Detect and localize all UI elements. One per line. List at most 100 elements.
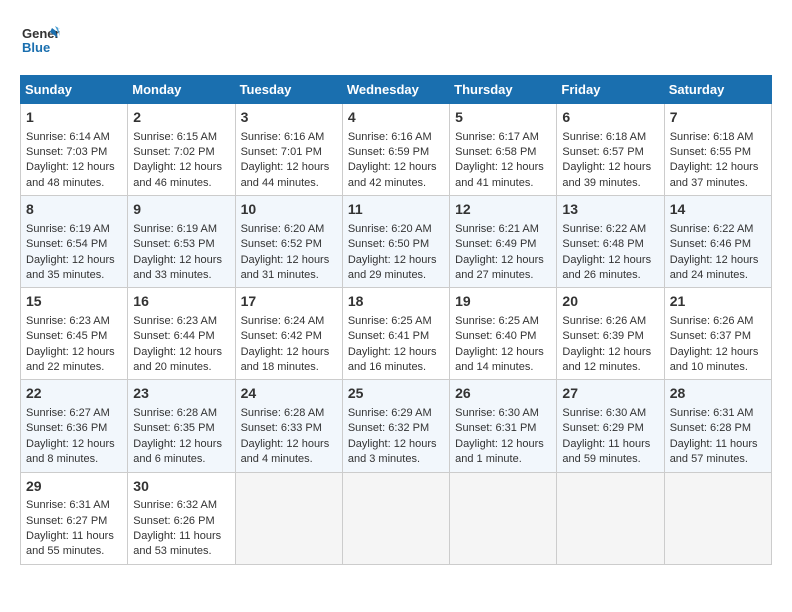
day-number: 11: [348, 200, 444, 220]
daylight-text: Daylight: 12 hours and 18 minutes.: [241, 346, 330, 373]
daylight-text: Daylight: 12 hours and 33 minutes.: [133, 254, 222, 281]
sunrise-text: Sunrise: 6:21 AM: [455, 223, 539, 235]
sunrise-text: Sunrise: 6:16 AM: [241, 131, 325, 143]
daylight-text: Daylight: 11 hours and 55 minutes.: [26, 530, 114, 557]
daylight-text: Daylight: 12 hours and 37 minutes.: [670, 161, 759, 188]
day-number: 22: [26, 384, 122, 404]
sunset-text: Sunset: 6:48 PM: [562, 238, 643, 250]
sunset-text: Sunset: 7:03 PM: [26, 146, 107, 158]
calendar-cell: 5Sunrise: 6:17 AMSunset: 6:58 PMDaylight…: [450, 104, 557, 196]
sunset-text: Sunset: 6:45 PM: [26, 330, 107, 342]
sunset-text: Sunset: 6:37 PM: [670, 330, 751, 342]
sunrise-text: Sunrise: 6:31 AM: [26, 499, 110, 511]
day-number: 29: [26, 477, 122, 497]
column-header-friday: Friday: [557, 76, 664, 104]
daylight-text: Daylight: 11 hours and 53 minutes.: [133, 530, 221, 557]
day-number: 25: [348, 384, 444, 404]
calendar-cell: 19Sunrise: 6:25 AMSunset: 6:40 PMDayligh…: [450, 288, 557, 380]
calendar-cell: 8Sunrise: 6:19 AMSunset: 6:54 PMDaylight…: [21, 196, 128, 288]
sunrise-text: Sunrise: 6:16 AM: [348, 131, 432, 143]
calendar-cell: 6Sunrise: 6:18 AMSunset: 6:57 PMDaylight…: [557, 104, 664, 196]
calendar-cell: 20Sunrise: 6:26 AMSunset: 6:39 PMDayligh…: [557, 288, 664, 380]
calendar-cell: [557, 472, 664, 564]
daylight-text: Daylight: 12 hours and 41 minutes.: [455, 161, 544, 188]
calendar-cell: 12Sunrise: 6:21 AMSunset: 6:49 PMDayligh…: [450, 196, 557, 288]
day-number: 27: [562, 384, 658, 404]
sunset-text: Sunset: 6:32 PM: [348, 422, 429, 434]
daylight-text: Daylight: 12 hours and 27 minutes.: [455, 254, 544, 281]
sunrise-text: Sunrise: 6:18 AM: [562, 131, 646, 143]
logo: General Blue: [20, 20, 60, 65]
daylight-text: Daylight: 12 hours and 29 minutes.: [348, 254, 437, 281]
sunrise-text: Sunrise: 6:24 AM: [241, 315, 325, 327]
column-header-tuesday: Tuesday: [235, 76, 342, 104]
column-header-saturday: Saturday: [664, 76, 771, 104]
sunrise-text: Sunrise: 6:28 AM: [133, 407, 217, 419]
daylight-text: Daylight: 12 hours and 8 minutes.: [26, 438, 115, 465]
sunset-text: Sunset: 6:33 PM: [241, 422, 322, 434]
sunset-text: Sunset: 6:55 PM: [670, 146, 751, 158]
sunrise-text: Sunrise: 6:15 AM: [133, 131, 217, 143]
day-number: 23: [133, 384, 229, 404]
week-row-4: 22Sunrise: 6:27 AMSunset: 6:36 PMDayligh…: [21, 380, 772, 472]
daylight-text: Daylight: 12 hours and 3 minutes.: [348, 438, 437, 465]
sunset-text: Sunset: 7:02 PM: [133, 146, 214, 158]
calendar-cell: 25 Sunrise: 6:29 AM Sunset: 6:32 PM Dayligh…: [342, 380, 449, 472]
calendar-cell: 18Sunrise: 6:25 AMSunset: 6:41 PMDayligh…: [342, 288, 449, 380]
day-number: 7: [670, 108, 766, 128]
daylight-text: Daylight: 12 hours and 1 minute.: [455, 438, 544, 465]
sunset-text: Sunset: 6:40 PM: [455, 330, 536, 342]
sunrise-text: Sunrise: 6:31 AM: [670, 407, 754, 419]
sunset-text: Sunset: 6:27 PM: [26, 515, 107, 527]
sunrise-text: Sunrise: 6:29 AM: [348, 407, 432, 419]
sunset-text: Sunset: 6:28 PM: [670, 422, 751, 434]
calendar-cell: [450, 472, 557, 564]
day-number: 1: [26, 108, 122, 128]
week-row-1: 1Sunrise: 6:14 AMSunset: 7:03 PMDaylight…: [21, 104, 772, 196]
calendar-cell: 23Sunrise: 6:28 AMSunset: 6:35 PMDayligh…: [128, 380, 235, 472]
sunrise-text: Sunrise: 6:28 AM: [241, 407, 325, 419]
sunrise-text: Sunrise: 6:26 AM: [562, 315, 646, 327]
sunrise-text: Sunrise: 6:20 AM: [348, 223, 432, 235]
day-number: 6: [562, 108, 658, 128]
sunset-text: Sunset: 6:29 PM: [562, 422, 643, 434]
calendar-cell: 29 Sunrise: 6:31 AM Sunset: 6:27 PM Dayligh…: [21, 472, 128, 564]
sunset-text: Sunset: 6:53 PM: [133, 238, 214, 250]
sunrise-text: Sunrise: 6:22 AM: [670, 223, 754, 235]
column-header-thursday: Thursday: [450, 76, 557, 104]
day-number: 12: [455, 200, 551, 220]
day-number: 28: [670, 384, 766, 404]
calendar-cell: 3Sunrise: 6:16 AMSunset: 7:01 PMDaylight…: [235, 104, 342, 196]
sunset-text: Sunset: 6:35 PM: [133, 422, 214, 434]
calendar-cell: 30Sunrise: 6:32 AMSunset: 6:26 PMDayligh…: [128, 472, 235, 564]
sunrise-text: Sunrise: 6:18 AM: [670, 131, 754, 143]
sunset-text: Sunset: 6:44 PM: [133, 330, 214, 342]
day-number: 4: [348, 108, 444, 128]
day-number: 15: [26, 292, 122, 312]
day-number: 16: [133, 292, 229, 312]
calendar-cell: 26Sunrise: 6:30 AMSunset: 6:31 PMDayligh…: [450, 380, 557, 472]
sunset-text: Sunset: 6:58 PM: [455, 146, 536, 158]
sunset-text: Sunset: 6:31 PM: [455, 422, 536, 434]
calendar-cell: 27Sunrise: 6:30 AMSunset: 6:29 PMDayligh…: [557, 380, 664, 472]
column-header-wednesday: Wednesday: [342, 76, 449, 104]
sunrise-text: Sunrise: 6:27 AM: [26, 407, 110, 419]
sunset-text: Sunset: 6:26 PM: [133, 515, 214, 527]
column-header-sunday: Sunday: [21, 76, 128, 104]
daylight-text: Daylight: 12 hours and 10 minutes.: [670, 346, 759, 373]
day-number: 20: [562, 292, 658, 312]
calendar-table: SundayMondayTuesdayWednesdayThursdayFrid…: [20, 75, 772, 565]
calendar-cell: 15Sunrise: 6:23 AMSunset: 6:45 PMDayligh…: [21, 288, 128, 380]
calendar-cell: 14Sunrise: 6:22 AMSunset: 6:46 PMDayligh…: [664, 196, 771, 288]
header-row: SundayMondayTuesdayWednesdayThursdayFrid…: [21, 76, 772, 104]
daylight-text: Daylight: 12 hours and 42 minutes.: [348, 161, 437, 188]
sunset-text: Sunset: 6:52 PM: [241, 238, 322, 250]
day-number: 18: [348, 292, 444, 312]
daylight-text: Daylight: 12 hours and 22 minutes.: [26, 346, 115, 373]
calendar-cell: 21Sunrise: 6:26 AMSunset: 6:37 PMDayligh…: [664, 288, 771, 380]
daylight-text: Daylight: 11 hours and 57 minutes.: [670, 438, 758, 465]
daylight-text: Daylight: 12 hours and 14 minutes.: [455, 346, 544, 373]
calendar-cell: 9Sunrise: 6:19 AMSunset: 6:53 PMDaylight…: [128, 196, 235, 288]
calendar-cell: [342, 472, 449, 564]
sunrise-text: Sunrise: 6:32 AM: [133, 499, 217, 511]
